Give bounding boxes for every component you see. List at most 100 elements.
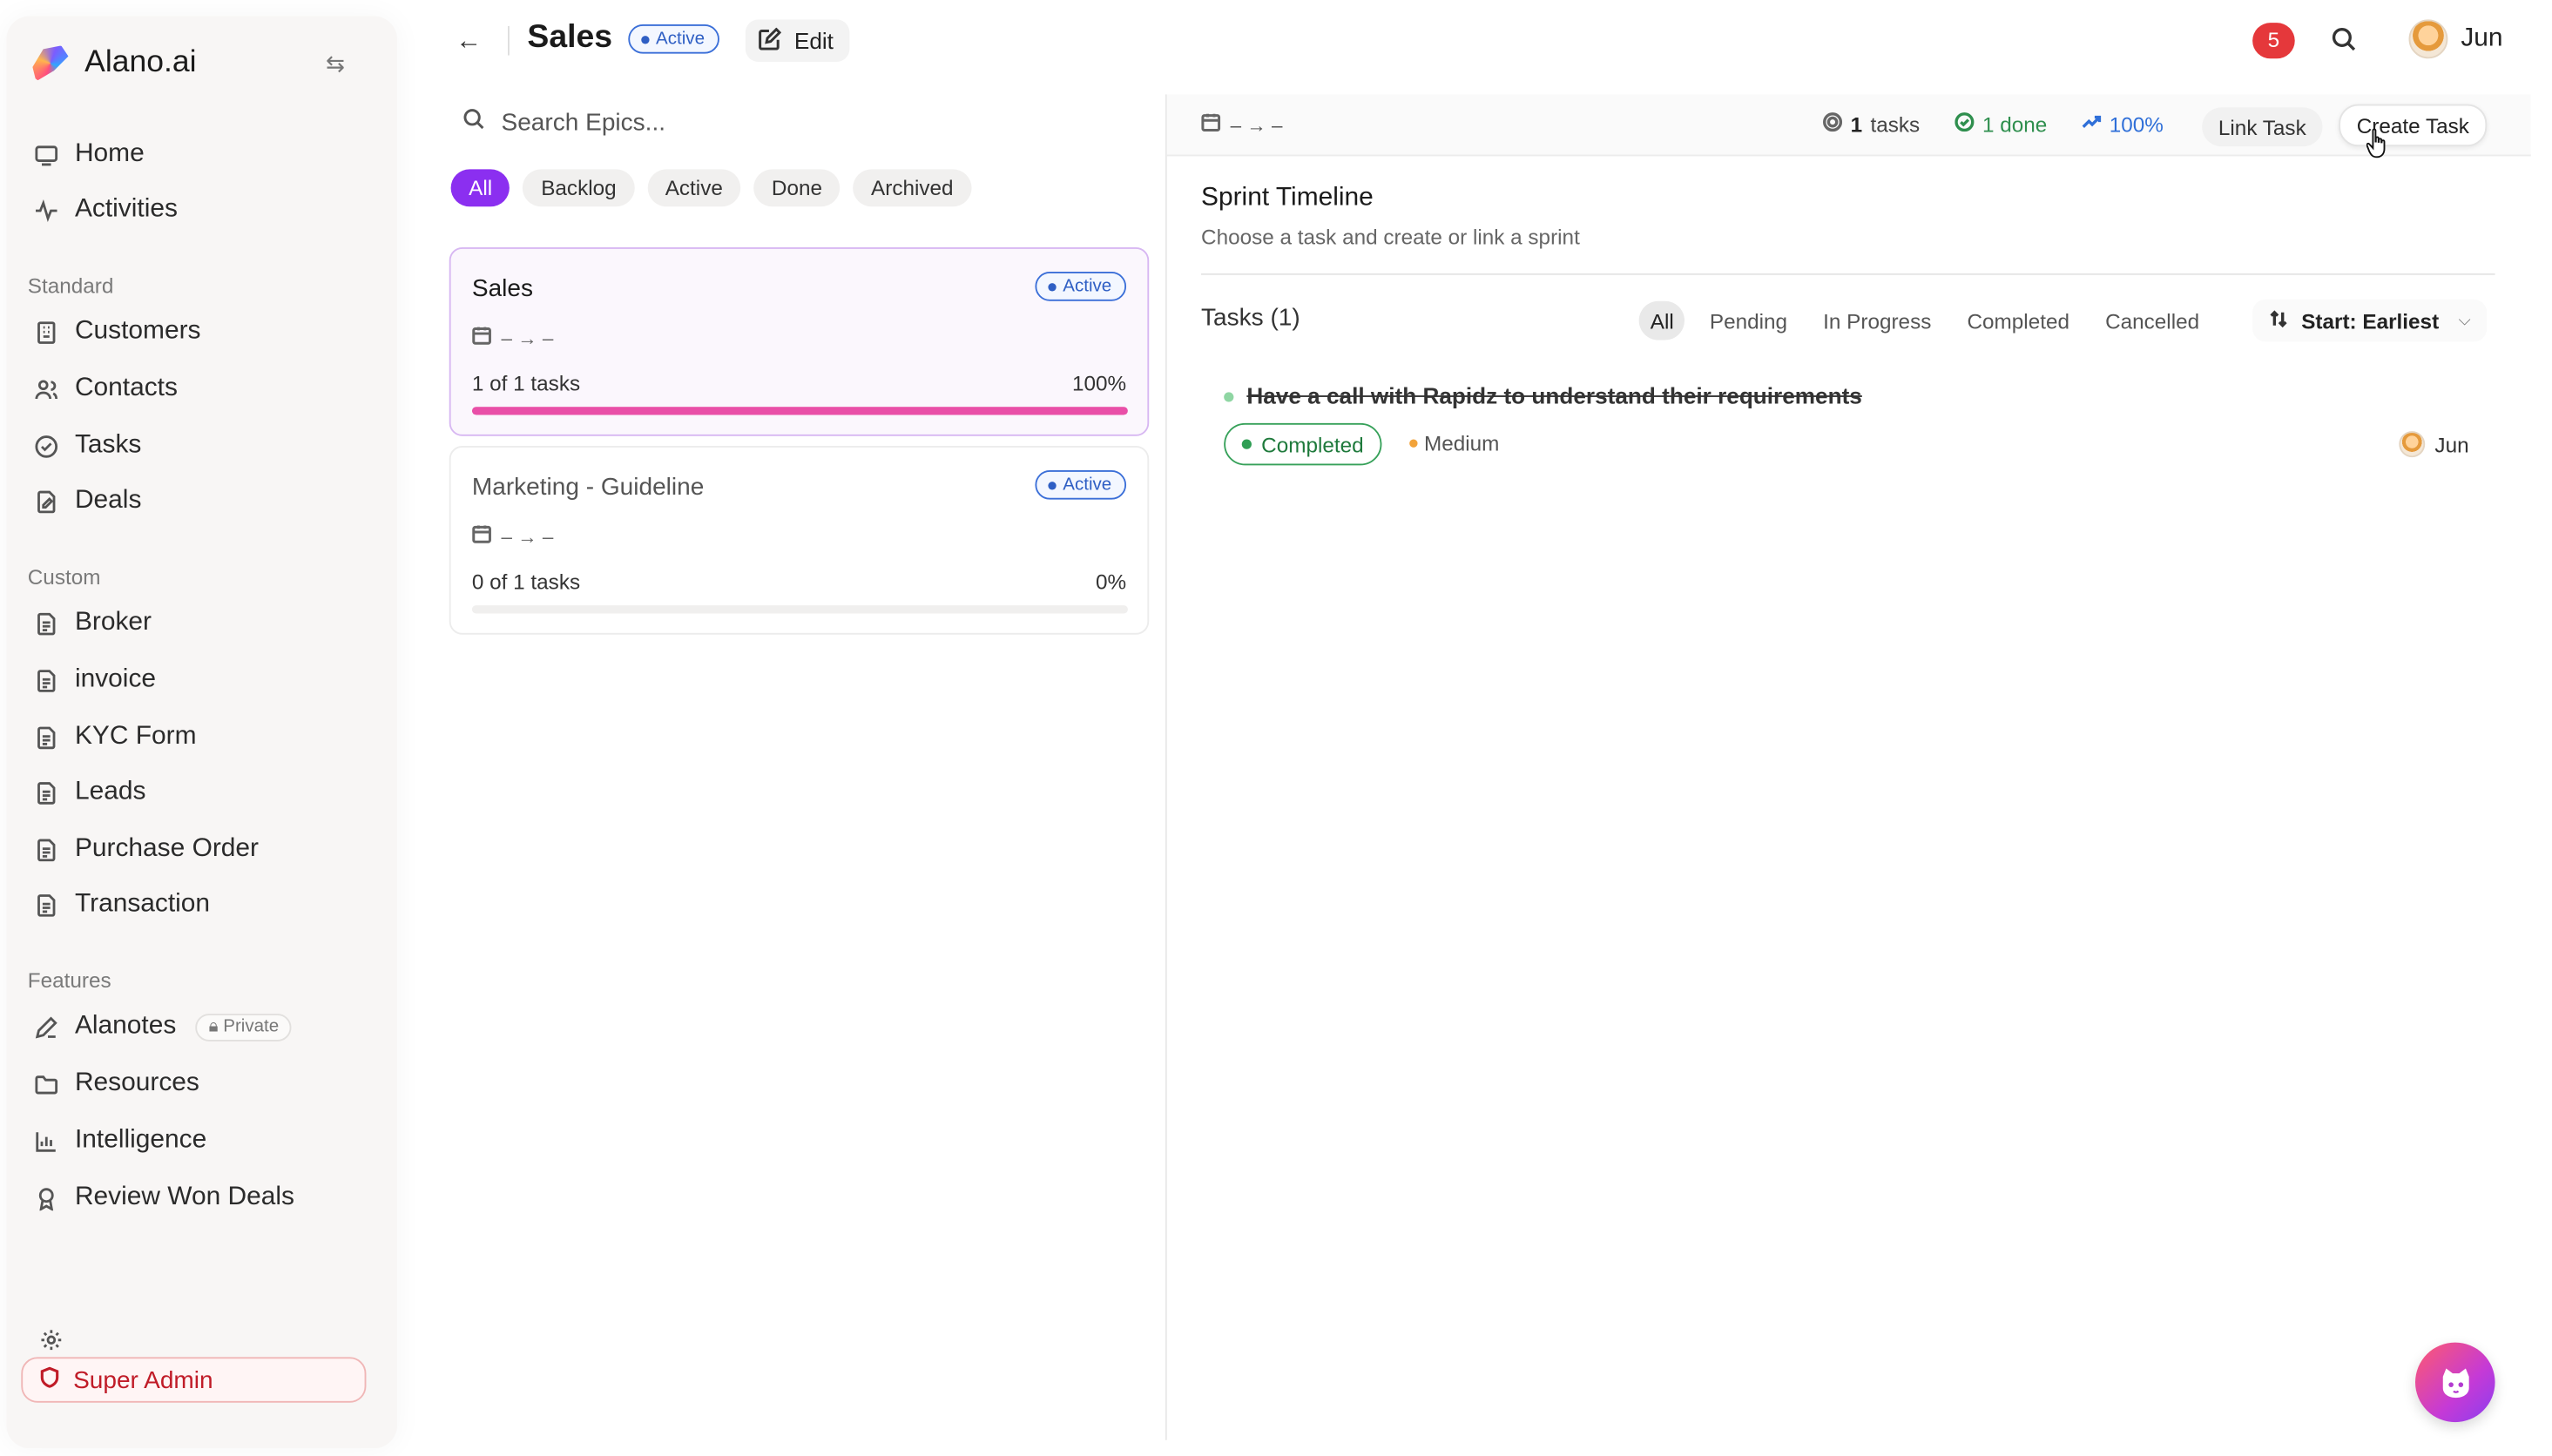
cat-face-icon [2441, 1367, 2468, 1398]
settings-gear-icon[interactable] [32, 1321, 68, 1357]
sidebar-item-transaction[interactable]: Transaction [32, 884, 210, 927]
sidebar-item-label: KYC Form [74, 722, 197, 751]
document-icon [32, 836, 58, 862]
sidebar-item-contacts[interactable]: Contacts [32, 367, 178, 410]
status-badge: Active [1035, 272, 1127, 301]
progress-percent: 100% [1071, 371, 1127, 396]
check-circle-icon [32, 433, 58, 459]
filter-chip-all[interactable]: All [450, 169, 510, 207]
progress-bar [471, 407, 1128, 415]
user-menu[interactable]: Jun [2408, 19, 2503, 59]
link-task-button[interactable]: Link Task [2202, 107, 2323, 147]
back-arrow-icon[interactable]: ← [452, 26, 484, 58]
filter-chip-done[interactable]: Done [753, 169, 841, 207]
tab-completed[interactable]: Completed [1955, 301, 2081, 340]
sidebar-item-activities[interactable]: Activities [32, 189, 178, 232]
sidebar-item-resources[interactable]: Resources [32, 1062, 199, 1105]
sidebar-item-kyc-form[interactable]: KYC Form [32, 716, 196, 758]
tab-all[interactable]: All [1638, 300, 1685, 340]
status-dot [1048, 282, 1057, 291]
avatar [2408, 19, 2448, 59]
super-admin-button[interactable]: Super Admin [21, 1357, 367, 1403]
done-count: 1 done [1982, 111, 2048, 137]
collapse-sidebar-icon[interactable]: ⇆ [322, 51, 348, 77]
shield-icon [39, 1365, 60, 1394]
activity-icon [32, 197, 58, 223]
sidebar-item-deals[interactable]: Deals [32, 480, 141, 522]
priority-dot [1409, 439, 1418, 448]
file-edit-icon [32, 489, 58, 515]
status-badge: Active [628, 24, 719, 54]
task-status-pill[interactable]: Completed [1224, 422, 1382, 466]
task-title[interactable]: Have a call with Rapidz to understand th… [1246, 382, 1862, 408]
sidebar-item-label: Intelligence [74, 1126, 207, 1154]
sidebar-item-broker[interactable]: Broker [32, 602, 152, 644]
document-icon [32, 610, 58, 637]
epic-search-input[interactable]: Search Epics... [462, 104, 1146, 140]
sidebar-item-customers[interactable]: Customers [32, 311, 201, 354]
search-icon[interactable] [2331, 26, 2360, 56]
sidebar-item-tasks[interactable]: Tasks [32, 425, 141, 468]
edit-button[interactable]: Edit [745, 19, 850, 63]
target-icon [1823, 112, 1843, 137]
completion-stat: 100% [2082, 112, 2164, 137]
tab-cancelled[interactable]: Cancelled [2094, 301, 2211, 340]
tasks-word: tasks [1870, 111, 1921, 137]
notification-count-badge[interactable]: 5 [2252, 23, 2295, 59]
task-status-dot [1224, 392, 1234, 402]
date-range: – → – [501, 524, 554, 548]
section-label-features: Features [27, 967, 111, 993]
status-dot [1241, 439, 1252, 449]
logo[interactable]: Alano.ai [32, 45, 197, 82]
column-divider [1165, 94, 1167, 1440]
done-count-stat: 1 done [1955, 112, 2047, 137]
sidebar-item-review-won-deals[interactable]: Review Won Deals [32, 1176, 294, 1219]
sort-select[interactable]: Start: Earliest ⌵ [2252, 299, 2488, 342]
sidebar-item-label: invoice [74, 665, 157, 694]
epic-card[interactable]: Marketing - Guideline Active – → – 0 of … [449, 445, 1150, 635]
sidebar-item-label: Home [74, 139, 145, 168]
sidebar-item-label: Review Won Deals [74, 1183, 294, 1211]
tab-in-progress[interactable]: In Progress [1812, 301, 1942, 340]
private-badge: 🔒︎ Private [195, 1013, 293, 1041]
app-root: Alano.ai ⇆ Home Activities Standard Cust… [0, 0, 2552, 1456]
folder-icon [32, 1071, 58, 1097]
sidebar-item-alanotes[interactable]: Alanotes 🔒︎ Private [32, 1006, 293, 1048]
app-name: Alano.ai [84, 45, 197, 80]
sidebar-item-home[interactable]: Home [32, 133, 145, 176]
epic-dates: – → – [472, 326, 553, 350]
task-priority: Medium [1409, 431, 1499, 455]
epic-card[interactable]: Sales Active – → – 1 of 1 tasks 100% [449, 247, 1150, 436]
status-badge: Active [1035, 470, 1127, 500]
tab-pending[interactable]: Pending [1698, 301, 1799, 340]
check-circle-icon [1955, 112, 1975, 137]
progress-bar-fill [471, 407, 1128, 415]
chat-assistant-button[interactable] [2415, 1342, 2495, 1423]
sidebar-item-purchase-order[interactable]: Purchase Order [32, 828, 259, 871]
sidebar-item-leads[interactable]: Leads [32, 772, 145, 814]
date-range: – → – [1230, 112, 1283, 137]
priority-label: Medium [1424, 431, 1500, 456]
progress-label: 1 of 1 tasks [471, 371, 581, 396]
filter-chip-archived[interactable]: Archived [853, 169, 972, 207]
date-range: – → – [501, 326, 554, 349]
status-label: Active [656, 29, 706, 50]
avatar [2399, 431, 2426, 458]
filter-chip-backlog[interactable]: Backlog [523, 169, 635, 207]
hand-pointer-cursor-icon [2366, 128, 2386, 158]
create-task-button[interactable]: Create Task [2339, 104, 2488, 147]
sidebar-item-intelligence[interactable]: Intelligence [32, 1120, 206, 1163]
sidebar-item-label: Activities [74, 195, 178, 223]
sidebar-item-label: Broker [74, 608, 152, 637]
status-label: Active [1063, 475, 1112, 495]
calendar-icon [472, 326, 491, 350]
task-assignee[interactable]: Jun [2399, 431, 2469, 458]
header-divider [508, 25, 510, 56]
filter-chip-active[interactable]: Active [647, 169, 741, 207]
super-admin-label: Super Admin [73, 1365, 213, 1394]
progress-label: 0 of 1 tasks [471, 570, 581, 595]
edit-label: Edit [793, 27, 834, 54]
sidebar-item-invoice[interactable]: invoice [32, 659, 156, 702]
sidebar-item-label: Tasks [74, 431, 142, 459]
tasks-count: 1 [1850, 111, 1863, 137]
